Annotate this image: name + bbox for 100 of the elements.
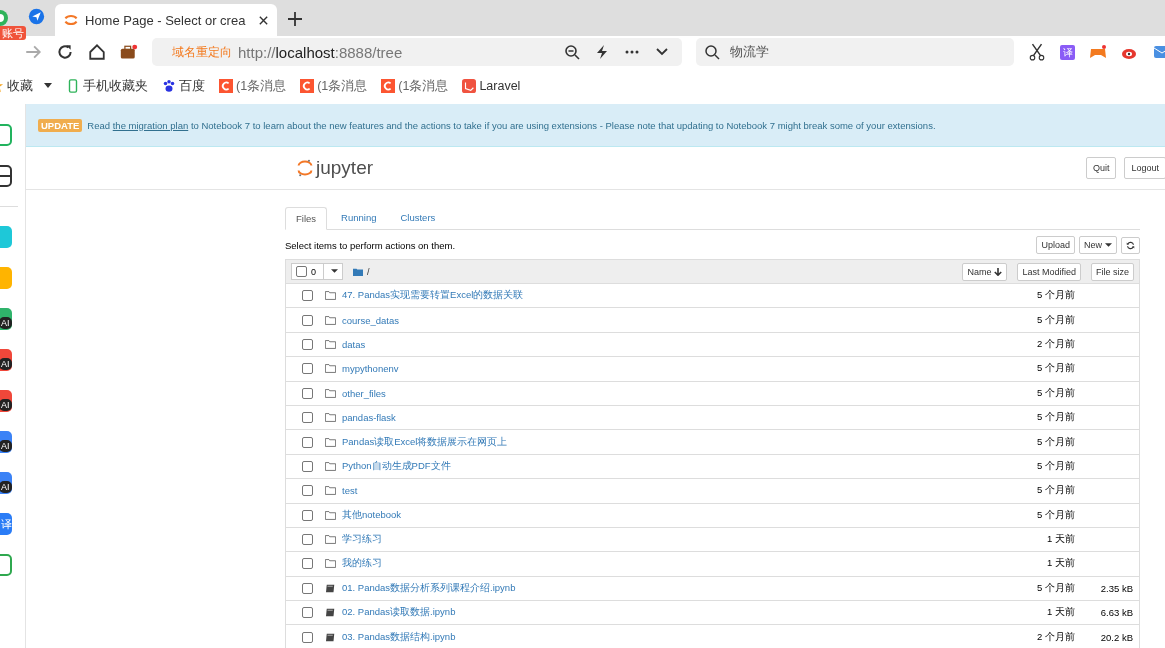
browser-tab[interactable]: Home Page - Select or crea: [55, 4, 277, 36]
modified-time: 5 个月前: [1037, 459, 1075, 473]
file-link[interactable]: course_datas: [342, 314, 400, 326]
new-tab-icon[interactable]: [287, 11, 303, 27]
sidebar-app-icon[interactable]: AI: [0, 390, 12, 412]
row-checkbox[interactable]: [302, 607, 313, 619]
account-badge[interactable]: 账号: [0, 26, 26, 40]
forward-icon[interactable]: [24, 43, 42, 61]
select-all-dropdown[interactable]: 0: [291, 263, 343, 280]
sort-button[interactable]: Name: [962, 262, 1008, 281]
sort-button[interactable]: Last Modified: [1017, 262, 1081, 281]
modified-time: 5 个月前: [1037, 581, 1075, 595]
file-link[interactable]: 其他notebook: [342, 508, 402, 522]
section-tab[interactable]: Files: [285, 207, 328, 230]
close-icon[interactable]: [258, 14, 269, 26]
row-checkbox[interactable]: [302, 338, 313, 350]
file-link[interactable]: datas: [342, 338, 366, 350]
new-button[interactable]: New: [1079, 236, 1117, 254]
row-checkbox[interactable]: [302, 436, 313, 448]
folder-icon: [325, 486, 336, 496]
file-link[interactable]: 学习练习: [342, 533, 382, 547]
sidebar-app-icon[interactable]: AI: [0, 472, 12, 494]
home-icon[interactable]: [88, 43, 106, 61]
arrow-down-icon: [994, 267, 1003, 276]
folder-icon: [325, 291, 336, 301]
folder-icon: [325, 437, 336, 447]
send-icon[interactable]: [28, 8, 45, 25]
file-link[interactable]: other_files: [342, 387, 386, 399]
bookmark-link[interactable]: (1条消息: [300, 77, 368, 95]
refresh-button[interactable]: [1121, 236, 1140, 254]
modified-time: 5 个月前: [1037, 435, 1075, 449]
file-link[interactable]: 01. Pandas数据分析系列课程介绍.ipynb: [342, 581, 516, 595]
section-tab[interactable]: Running: [331, 207, 387, 229]
folder-icon: [325, 510, 336, 520]
modified-time: 2 个月前: [1037, 337, 1075, 351]
file-link[interactable]: Python自动生成PDF文件: [342, 459, 451, 473]
file-link[interactable]: Pandas读取Excel将数据展示在网页上: [342, 435, 508, 449]
zoom-out-icon[interactable]: [564, 44, 580, 60]
header-button[interactable]: Logout: [1124, 157, 1165, 179]
app-label: 译: [1, 517, 12, 531]
row-checkbox[interactable]: [302, 631, 313, 643]
row-checkbox[interactable]: [302, 582, 313, 594]
bookmark-link[interactable]: 百度: [162, 77, 205, 95]
reload-icon[interactable]: [56, 43, 74, 61]
modified-time: 1 天前: [1047, 557, 1075, 571]
modified-time: 5 个月前: [1037, 289, 1075, 303]
row-checkbox[interactable]: [302, 534, 313, 546]
address-bar[interactable]: 域名重定向 http://localhost:8888/tree: [152, 38, 682, 66]
row-checkbox[interactable]: [302, 509, 313, 521]
modified-time: 5 个月前: [1037, 508, 1075, 522]
file-size: 20.2 kB: [1100, 631, 1133, 643]
sidebar-app-icon[interactable]: AI: [0, 349, 12, 371]
lightning-icon[interactable]: [594, 44, 610, 60]
folder-icon: [325, 413, 336, 423]
file-link[interactable]: 我的练习: [342, 557, 382, 571]
folder-icon: [325, 461, 336, 471]
row-checkbox[interactable]: [302, 460, 313, 472]
row-checkbox[interactable]: [302, 314, 313, 326]
sort-button[interactable]: File size: [1091, 262, 1134, 281]
file-link[interactable]: pandas-flask: [342, 412, 396, 424]
folder-icon: [325, 559, 336, 569]
jupyter-logo[interactable]: jupyter: [297, 157, 374, 179]
c-logo-icon: [219, 79, 233, 93]
bookmark-link[interactable]: Laravel: [462, 79, 521, 93]
caret-icon: [331, 269, 338, 274]
header-button[interactable]: Quit: [1085, 157, 1117, 179]
file-link[interactable]: 03. Pandas数据结构.ipynb: [342, 630, 456, 644]
modified-time: 2 个月前: [1037, 630, 1075, 644]
bookmark-link[interactable]: (1条消息: [219, 77, 287, 95]
translate-button[interactable]: 译: [1060, 44, 1075, 60]
sidebar-app-icon[interactable]: AI: [0, 431, 12, 453]
sidebar-app-icon[interactable]: 译: [0, 513, 12, 535]
section-tab[interactable]: Clusters: [390, 207, 446, 229]
bookmark-link[interactable]: 收藏: [0, 77, 52, 95]
paw-icon: [162, 79, 176, 93]
briefcase-icon[interactable]: [120, 43, 138, 61]
bookmark-link[interactable]: (1条消息: [381, 77, 449, 95]
app-badge: AI: [0, 481, 12, 493]
file-link[interactable]: mypythonenv: [342, 363, 399, 375]
app-badge: AI: [0, 440, 12, 452]
row-checkbox[interactable]: [302, 558, 313, 570]
file-link[interactable]: test: [342, 485, 358, 497]
row-checkbox[interactable]: [302, 290, 313, 302]
upload-button[interactable]: Upload: [1036, 236, 1075, 254]
search-icon: [704, 44, 720, 60]
caret-icon[interactable]: [44, 83, 52, 89]
file-link[interactable]: 02. Pandas读取数据.ipynb: [342, 606, 456, 620]
search-field[interactable]: 物流学: [696, 38, 1014, 66]
breadcrumb-path[interactable]: /: [367, 266, 370, 277]
row-checkbox[interactable]: [302, 412, 313, 424]
phone-icon: [66, 79, 80, 93]
scissors-icon[interactable]: [1028, 43, 1046, 61]
file-link[interactable]: 47. Pandas实现需要转置Excel的数据关联: [342, 289, 524, 303]
migration-plan-link[interactable]: the migration plan: [112, 119, 189, 131]
row-checkbox[interactable]: [302, 387, 313, 399]
modified-time: 5 个月前: [1037, 484, 1075, 498]
row-checkbox[interactable]: [302, 485, 313, 497]
sidebar-app-icon[interactable]: AI: [0, 308, 12, 330]
row-checkbox[interactable]: [302, 363, 313, 375]
bookmark-link[interactable]: 手机收藏夹: [66, 77, 148, 95]
